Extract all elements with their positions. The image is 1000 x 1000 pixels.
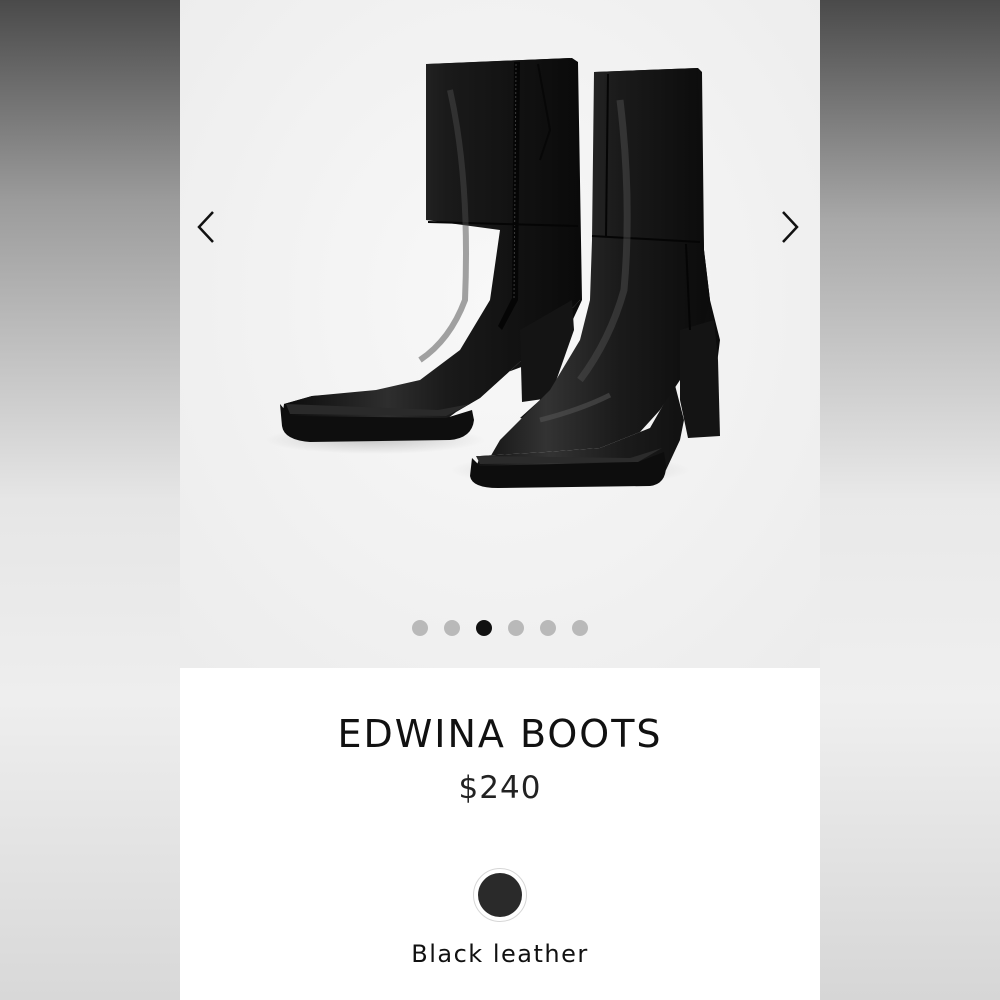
color-swatch-button[interactable] xyxy=(473,868,527,922)
product-title: EDWINA BOOTS xyxy=(337,712,663,756)
product-page: EDWINA BOOTS $240 Black leather xyxy=(180,0,820,1000)
product-price: $240 xyxy=(458,770,542,806)
chevron-right-icon xyxy=(782,211,799,243)
gallery-dot-3[interactable] xyxy=(476,620,492,636)
background-left xyxy=(0,0,180,1000)
color-swatch xyxy=(478,873,522,917)
gallery-dot-1[interactable] xyxy=(412,620,428,636)
next-image-button[interactable] xyxy=(772,205,808,249)
gallery-pagination xyxy=(180,620,820,636)
product-image xyxy=(265,58,720,488)
product-image-gallery[interactable] xyxy=(180,0,820,668)
background-right xyxy=(820,0,1000,1000)
gallery-dot-4[interactable] xyxy=(508,620,524,636)
selected-color-label: Black leather xyxy=(411,940,589,968)
chevron-left-icon xyxy=(197,211,214,243)
gallery-dot-2[interactable] xyxy=(444,620,460,636)
previous-image-button[interactable] xyxy=(188,205,224,249)
gallery-dot-5[interactable] xyxy=(540,620,556,636)
gallery-dot-6[interactable] xyxy=(572,620,588,636)
